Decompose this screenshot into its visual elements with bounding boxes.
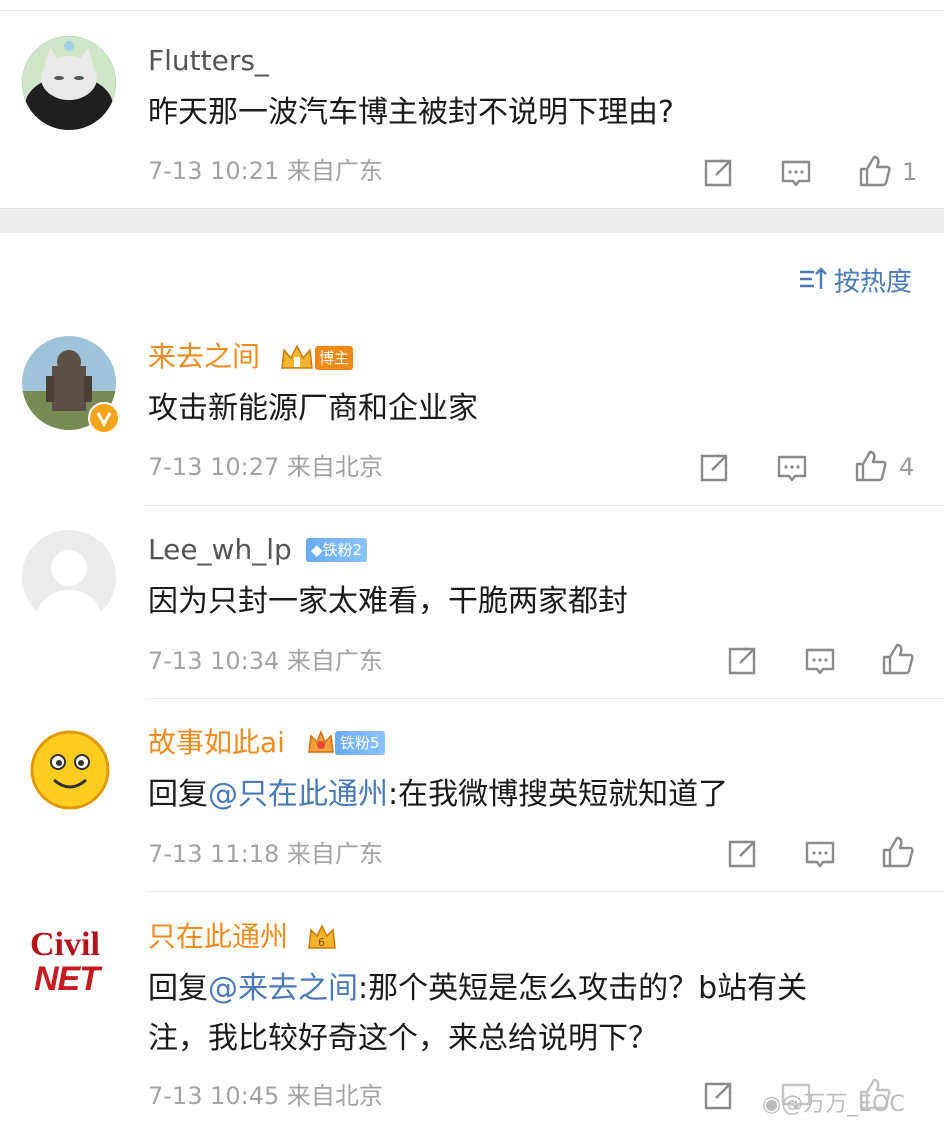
row-divider [146,891,944,892]
comment-time: 7-13 10:45 [148,1082,280,1110]
comment-text: 回复@来去之间:那个英短是怎么攻击的？b站有关 [148,964,807,1014]
sort-toggle[interactable]: 按热度 [798,266,912,300]
like-icon[interactable] [880,834,916,870]
reply-prefix: 回复 [148,971,208,1006]
crown-icon [306,728,336,760]
comment-text: 因为只封一家太难看，干脆两家都封 [148,584,628,619]
username[interactable]: 来去之间 [148,340,260,374]
comment-text: 昨天那一波汽车博主被封不说明下理由? [148,95,674,130]
comment-text: 回复@只在此通州:在我微博搜英短就知道了 [148,770,728,820]
top-divider [0,10,944,11]
comment-time: 7-13 11:18 [148,840,280,868]
like-count: 1 [902,158,918,186]
fan-badge: 铁粉5 [335,731,385,755]
share-icon[interactable] [724,836,760,872]
reply-prefix: 回复 [148,777,208,812]
crown-icon [279,342,315,376]
like-count: 4 [899,453,915,481]
row-divider [146,505,944,506]
sort-label: 按热度 [834,267,913,298]
sort-icon [798,266,828,300]
avatar-logo-text-2: NET [34,960,100,998]
reply-text: :在我微博搜英短就知道了 [388,777,729,812]
comment-text: 攻击新能源厂商和企业家 [148,391,478,426]
svg-text:6: 6 [318,936,325,949]
blogger-badge: 博主 [315,346,354,370]
watermark: ◉@万万_EOC [762,1086,905,1118]
avatar[interactable]: Civil NET [22,916,116,1010]
username[interactable]: Flutters_ [148,44,269,78]
comment-meta: 7-13 10:27 来自北京 [148,452,383,482]
comment-time: 7-13 10:34 [148,647,280,675]
comment-icon[interactable] [774,450,810,486]
avatar[interactable] [22,530,116,624]
diamond-icon: ◆ [311,541,323,559]
crown-icon: 6 [306,922,338,956]
comment-meta: 7-13 10:34 来自广东 [148,646,383,676]
comment-location: 来自北京 [286,453,383,481]
watermark-text: @万万_EOC [781,1092,905,1117]
section-separator [0,208,944,233]
fan-badge-label: 铁粉2 [322,541,363,559]
username[interactable]: 故事如此ai [148,726,285,760]
verified-badge-icon [88,402,120,434]
comment-time: 7-13 10:27 [148,453,280,481]
comment-location: 来自广东 [286,840,383,868]
weibo-logo-icon: ◉ [762,1092,782,1117]
fan-badge: ◆铁粉2 [306,538,368,562]
share-icon[interactable] [724,643,760,679]
comment-icon[interactable] [802,643,838,679]
share-icon[interactable] [700,155,736,191]
mention-link[interactable]: @来去之间 [208,971,358,1006]
comment-location: 来自北京 [286,1082,383,1110]
comment-text-line-2: 注，我比较好奇这个，来总给说明下？ [148,1021,658,1056]
share-icon[interactable] [700,1078,736,1114]
like-icon[interactable] [857,153,893,189]
comment-icon[interactable] [778,155,814,191]
username[interactable]: 只在此通州 [148,920,288,954]
like-icon[interactable] [880,641,916,677]
reply-text: :那个英短是怎么攻击的？b站有关 [358,971,808,1006]
mention-link[interactable]: @只在此通州 [208,777,388,812]
avatar[interactable] [22,722,116,816]
comment-location: 来自广东 [286,647,383,675]
comment-meta: 7-13 10:45 来自北京 [148,1081,383,1111]
username[interactable]: Lee_wh_lp [148,533,292,567]
like-icon[interactable] [853,448,889,484]
comment-meta: 7-13 11:18 来自广东 [148,839,383,869]
comment-meta: 7-13 10:21 来自广东 [148,156,383,186]
share-icon[interactable] [696,450,732,486]
avatar[interactable] [22,36,116,130]
row-divider [146,698,944,699]
comment-location: 来自广东 [286,157,383,185]
comment-icon[interactable] [802,836,838,872]
comment-time: 7-13 10:21 [148,157,280,185]
avatar-logo-text-1: Civil [30,926,100,963]
